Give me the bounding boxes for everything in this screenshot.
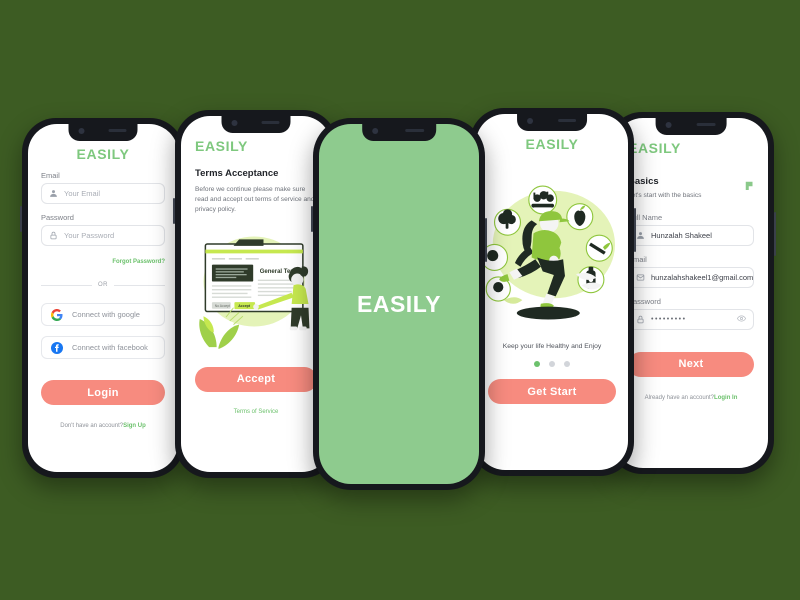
login-logo: EASILY [76,146,130,162]
front-camera-icon [372,128,379,134]
accept-button[interactable]: Accept [195,366,317,392]
divider-line-left [41,284,92,286]
earpiece-speaker-icon [557,119,576,122]
or-divider-label: OR [98,282,108,288]
front-camera-icon [78,128,85,134]
front-camera-icon [526,118,533,124]
signup-title: Basics [628,176,659,187]
facebook-signin-label: Connect with facebook [72,343,148,352]
pagination-dot-1[interactable] [534,361,540,367]
earpiece-speaker-icon [261,121,280,124]
login-email-label: Email [41,171,60,180]
signup-password-value: ••••••••• [651,315,687,323]
eye-icon[interactable] [736,314,747,325]
onboarding-logo: EASILY [525,136,579,152]
signup-name-label: Full Name [628,212,663,222]
google-signin-button[interactable]: Connect with google [41,303,165,326]
splash-background: EASILY [319,124,479,484]
splash-brand-name: EASILY [357,290,441,317]
lock-icon [49,231,58,240]
google-icon [51,308,63,321]
green-flag-icon [745,178,754,190]
signup-email-value: hunzalahshakeel1@gmail.com [651,272,754,282]
login-button[interactable]: Login [41,380,165,405]
lock-icon [636,315,645,324]
phone-notch [517,114,587,131]
signup-footer: Already have an account?Login In [628,386,754,404]
signup-link[interactable]: Sign Up [123,423,146,429]
terms-illustration: General Terms No Accept Accept [181,219,331,359]
front-camera-icon [231,120,238,126]
signup-email-label: Email [628,254,647,264]
pagination-dot-2[interactable] [549,361,555,367]
facebook-signin-button[interactable]: Connect with facebook [41,336,165,359]
terms-title: Terms Acceptance [195,168,279,179]
signup-password-input[interactable]: ••••••••• [628,308,754,330]
get-start-button[interactable]: Get Start [488,379,616,404]
svg-text:Accept: Accept [238,304,251,308]
splash-screen: EASILY [319,124,479,484]
login-email-input[interactable]: Your Email [41,183,165,204]
signup-logo: EASILY [628,140,681,156]
login-screen: EASILY Email Your Email Password Your Pa… [28,124,178,472]
login-password-label: Password [41,213,74,222]
or-divider: OR [41,282,165,288]
signup-screen: EASILY Basics Let's start with the basic… [614,118,768,468]
signup-subtitle: Let's start with the basics [628,192,702,199]
earpiece-speaker-icon [696,123,716,126]
facebook-icon [51,341,63,354]
terms-screen: EASILY Terms Acceptance Before we contin… [181,116,331,472]
phone-notch [221,116,291,133]
terms-body: Before we continue please make sure read… [195,186,315,213]
person-icon [49,189,58,198]
earpiece-speaker-icon [108,129,127,132]
login-email-placeholder: Your Email [64,189,100,198]
front-camera-icon [665,122,672,128]
login-footer: Don't have an account?Sign Up [41,414,165,432]
google-signin-label: Connect with google [72,310,140,319]
login-password-input[interactable]: Your Password [41,225,165,246]
signup-name-value: Hunzalah Shakeel [651,230,712,240]
next-button[interactable]: Next [628,351,754,377]
onboarding-screen: EASILY Keep your life Healthy and Enjoy … [476,114,628,470]
onboarding-caption: Keep your life Healthy and Enjoy [502,343,602,350]
divider-line-right [114,284,165,286]
signup-name-input[interactable]: Hunzalah Shakeel [628,224,754,246]
earpiece-speaker-icon [404,129,425,132]
onboarding-illustration [476,158,628,343]
phone-notch [68,124,138,141]
signup-email-input[interactable]: hunzalahshakeel1@gmail.com [628,266,754,288]
pagination-dot-3[interactable] [564,361,570,367]
phone-notch [655,118,727,135]
login-password-placeholder: Your Password [64,231,115,240]
phone-notch [362,124,436,141]
terms-logo: EASILY [195,138,248,154]
signup-password-label: Password [628,296,661,306]
phone-splash: EASILY [311,118,487,490]
forgot-password-link[interactable]: Forgot Password? [112,259,165,265]
mail-icon [636,273,645,282]
login-footer-text: Don't have an account? [60,423,124,429]
onboarding-pagination-dots[interactable] [488,361,616,367]
person-icon [636,231,645,240]
phone-login: EASILY Email Your Email Password Your Pa… [20,118,186,478]
signup-footer-text: Already have an account? [644,394,715,401]
svg-text:No Accept: No Accept [215,303,230,307]
login-in-link[interactable]: Login In [714,395,737,401]
phone-onboarding: EASILY Keep your life Healthy and Enjoy … [468,108,636,476]
terms-of-service-link[interactable]: Terms of Service [234,409,279,415]
